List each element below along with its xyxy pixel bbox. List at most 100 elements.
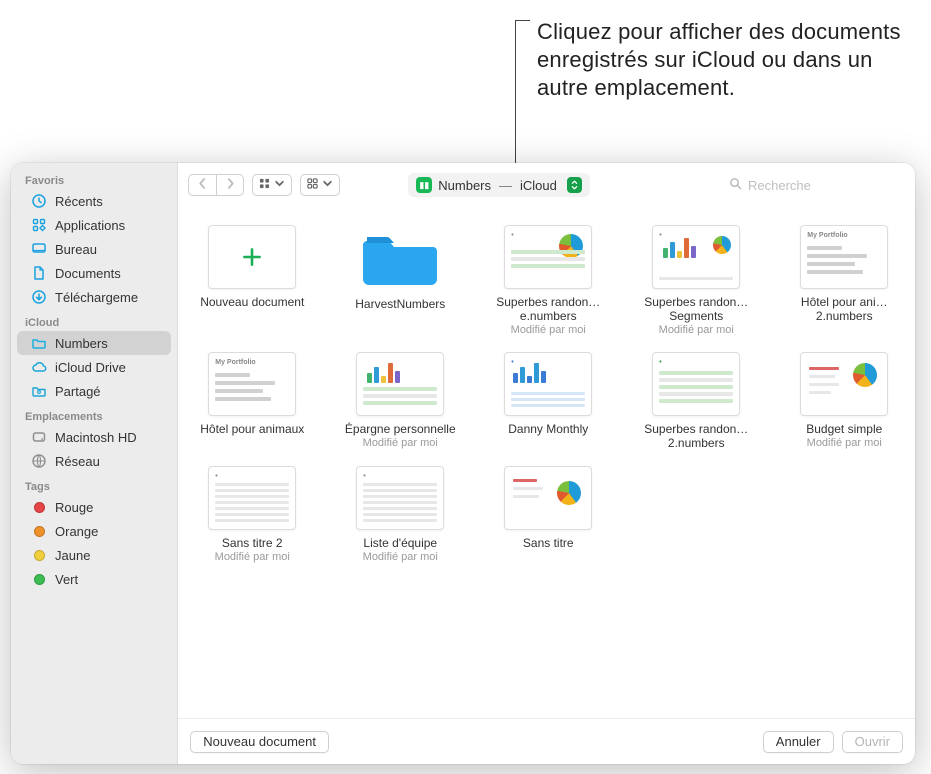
file-browser-window: FavorisRécents Applications Bureau Document… [11, 163, 915, 764]
sidebar-item-label: Numbers [55, 336, 161, 351]
location-app-label: Numbers [438, 178, 491, 193]
new-document-icon [208, 225, 296, 289]
folder-icon [357, 225, 443, 291]
annotation-text: Cliquez pour afficher des documents enre… [537, 18, 917, 102]
grid-view-icon [259, 178, 270, 192]
grid-item-file[interactable]: Sans titre [488, 466, 608, 563]
grid-item-subtitle: Modifié par moi [659, 324, 734, 336]
grid-item-file[interactable]: Épargne personnelleModifié par moi [340, 352, 460, 450]
sidebar-item-label: Documents [55, 266, 161, 281]
desktop-icon [31, 241, 47, 257]
grid-item-title: HarvestNumbers [355, 297, 445, 311]
sidebar-item-label: Orange [55, 524, 161, 539]
sidebar-section-header: Emplacements [11, 407, 177, 425]
download-icon [31, 289, 47, 305]
open-button[interactable]: Ouvrir [842, 731, 903, 753]
forward-button[interactable] [216, 174, 244, 196]
grid-item-subtitle: Modifié par moi [807, 437, 882, 449]
sidebar-item-tag-red[interactable]: Rouge [17, 495, 171, 519]
sidebar-item-label: iCloud Drive [55, 360, 161, 375]
grid-item-title: Superbes randon…e.numbers [488, 295, 608, 323]
grid-item-file[interactable]: • Superbes randon…2.numbers [636, 352, 756, 450]
sidebar-item-documents[interactable]: Documents [17, 261, 171, 285]
grid-item-subtitle: Modifié par moi [363, 551, 438, 563]
grid-item-title: Danny Monthly [508, 422, 588, 436]
cloud-icon [31, 359, 47, 375]
grid-item-title: Superbes randon…Segments [636, 295, 756, 323]
folder-icon [31, 335, 47, 351]
callout-line-vertical [515, 20, 516, 182]
grid-item-title: Nouveau document [200, 295, 304, 309]
file-thumbnail: My Portfolio [800, 225, 888, 289]
sidebar-item-shared[interactable]: Partagé [17, 379, 171, 403]
network-icon [31, 453, 47, 469]
toolbar: ▮▮ Numbers — iCloud [178, 163, 915, 207]
grid-item-title: Superbes randon…2.numbers [636, 422, 756, 450]
sidebar-item-label: Partagé [55, 384, 161, 399]
group-button[interactable] [300, 174, 340, 196]
location-selector[interactable]: ▮▮ Numbers — iCloud [408, 173, 590, 197]
sidebar-item-recents[interactable]: Récents [17, 189, 171, 213]
grid-item-subtitle: Modifié par moi [363, 437, 438, 449]
sidebar-item-label: Applications [55, 218, 161, 233]
file-thumbnail: • [504, 225, 592, 289]
file-thumbnail: • [652, 352, 740, 416]
grid-item-file[interactable]: •Sans titre 2Modifié par moi [192, 466, 312, 563]
group-icon [307, 178, 318, 192]
sidebar-item-numbers[interactable]: Numbers [17, 331, 171, 355]
sidebar-item-label: Réseau [55, 454, 161, 469]
grid-item-subtitle: Modifié par moi [215, 551, 290, 563]
sidebar-item-label: Vert [55, 572, 161, 587]
cancel-button[interactable]: Annuler [763, 731, 834, 753]
sidebar-item-iclouddrive[interactable]: iCloud Drive [17, 355, 171, 379]
grid-item-file[interactable]: My PortfolioHôtel pour ani…2.numbers [784, 225, 904, 336]
grid-item-file[interactable]: •Danny Monthly [488, 352, 608, 450]
callout-line-horizontal [515, 20, 530, 21]
grid-item-folder[interactable]: HarvestNumbers [340, 225, 460, 336]
grid-item-file[interactable]: •Liste d'équipeModifié par moi [340, 466, 460, 563]
grid-item-file[interactable]: • Superbes randon…SegmentsModifié par moi [636, 225, 756, 336]
sidebar-item-downloads[interactable]: Téléchargeme [17, 285, 171, 309]
shared-icon [31, 383, 47, 399]
grid-item-subtitle: Modifié par moi [511, 324, 586, 336]
grid-item-new-document[interactable]: Nouveau document [192, 225, 312, 336]
view-mode-button[interactable] [252, 174, 292, 196]
sidebar-item-desktop[interactable]: Bureau [17, 237, 171, 261]
nav-back-forward [188, 174, 244, 196]
grid-item-file[interactable]: • Superbes randon…e.numbersModifié par mo… [488, 225, 608, 336]
grid-item-title: Sans titre [523, 536, 574, 550]
sidebar-section-header: Favoris [11, 171, 177, 189]
sidebar-item-tag-yellow[interactable]: Jaune [17, 543, 171, 567]
chevron-down-icon [322, 178, 333, 192]
sidebar-item-label: Téléchargeme [55, 290, 161, 305]
location-dropdown-icon [567, 177, 582, 193]
grid-item-file[interactable]: Budget simpleModifié par moi [784, 352, 904, 450]
file-thumbnail: My Portfolio [208, 352, 296, 416]
sidebar-item-tag-orange[interactable]: Orange [17, 519, 171, 543]
chevron-down-icon [274, 178, 285, 192]
file-grid-scroll[interactable]: Nouveau document HarvestNumbers • Superbes… [178, 207, 915, 718]
tag-dot-icon [31, 571, 47, 587]
file-thumbnail: • [652, 225, 740, 289]
chevron-right-icon [225, 178, 236, 192]
search-icon [729, 177, 742, 193]
grid-item-file[interactable]: My Portfolio Hôtel pour animaux [192, 352, 312, 450]
sidebar-item-macintoshhd[interactable]: Macintosh HD [17, 425, 171, 449]
location-separator: — [497, 178, 514, 193]
new-document-button[interactable]: Nouveau document [190, 731, 329, 753]
sidebar-item-apps[interactable]: Applications [17, 213, 171, 237]
sidebar-item-network[interactable]: Réseau [17, 449, 171, 473]
sidebar-section-header: iCloud [11, 313, 177, 331]
search-field[interactable] [725, 174, 905, 196]
footer-bar: Nouveau document Annuler Ouvrir [178, 718, 915, 764]
apps-icon [31, 217, 47, 233]
file-thumbnail [504, 466, 592, 530]
back-button[interactable] [188, 174, 216, 196]
grid-item-title: Hôtel pour animaux [200, 422, 304, 436]
tag-dot-icon [31, 499, 47, 515]
file-grid: Nouveau document HarvestNumbers • Superbes… [192, 225, 901, 563]
file-thumbnail: • [208, 466, 296, 530]
tag-dot-icon [31, 523, 47, 539]
sidebar-item-tag-green[interactable]: Vert [17, 567, 171, 591]
search-input[interactable] [748, 178, 905, 193]
